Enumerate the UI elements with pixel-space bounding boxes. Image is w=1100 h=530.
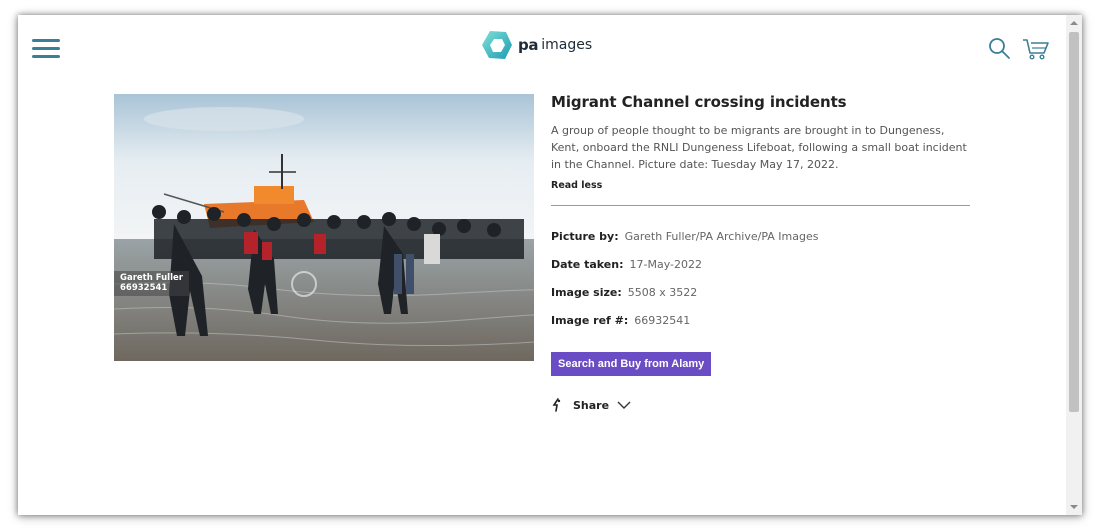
logo-hexagon-icon — [482, 31, 512, 59]
divider — [551, 205, 970, 206]
meta-value: 17-May-2022 — [629, 258, 702, 271]
scroll-down-arrow-icon[interactable] — [1066, 499, 1082, 515]
meta-label: Image size: — [551, 286, 622, 299]
meta-row-picture-by: Picture by: Gareth Fuller/PA Archive/PA … — [551, 230, 971, 258]
logo-brand-text: pa — [518, 36, 539, 54]
news-photo[interactable]: Gareth Fuller 66932541 — [114, 94, 534, 361]
meta-value: Gareth Fuller/PA Archive/PA Images — [624, 230, 819, 243]
meta-label: Image ref #: — [551, 314, 629, 327]
meta-label: Picture by: — [551, 230, 619, 243]
share-icon — [552, 398, 561, 412]
search-icon[interactable] — [987, 36, 1011, 60]
photo-image — [114, 94, 534, 361]
vertical-scrollbar[interactable] — [1066, 15, 1082, 515]
image-metadata: Picture by: Gareth Fuller/PA Archive/PA … — [551, 230, 971, 342]
read-less-link[interactable]: Read less — [551, 180, 602, 191]
scroll-up-arrow-icon[interactable] — [1066, 15, 1082, 31]
photo-credit-overlay: Gareth Fuller 66932541 — [114, 271, 189, 296]
logo-product-text: images — [541, 37, 593, 53]
meta-row-image-ref: Image ref #: 66932541 — [551, 314, 971, 342]
meta-value: 5508 x 3522 — [627, 286, 698, 299]
browser-window: pa images Gareth Fuller 66932541 Migrant… — [18, 15, 1082, 515]
cart-icon[interactable] — [1022, 37, 1050, 61]
photo-credit-ref: 66932541 — [120, 283, 168, 293]
meta-value: 66932541 — [634, 314, 691, 327]
meta-label: Date taken: — [551, 258, 624, 271]
chevron-down-icon — [617, 401, 631, 409]
hamburger-menu-icon[interactable] — [32, 39, 60, 58]
scrollbar-thumb[interactable] — [1069, 32, 1079, 412]
photo-credit-name: Gareth Fuller — [120, 273, 183, 283]
share-dropdown[interactable]: Share — [551, 398, 971, 412]
share-label: Share — [573, 398, 610, 412]
pa-images-logo[interactable]: pa images — [481, 29, 592, 61]
meta-row-image-size: Image size: 5508 x 3522 — [551, 286, 971, 314]
image-details-panel: Migrant Channel crossing incidents A gro… — [551, 93, 971, 412]
image-title: Migrant Channel crossing incidents — [551, 93, 847, 111]
image-description: A group of people thought to be migrants… — [551, 124, 967, 171]
meta-row-date-taken: Date taken: 17-May-2022 — [551, 258, 971, 286]
search-and-buy-button[interactable]: Search and Buy from Alamy — [551, 352, 712, 376]
